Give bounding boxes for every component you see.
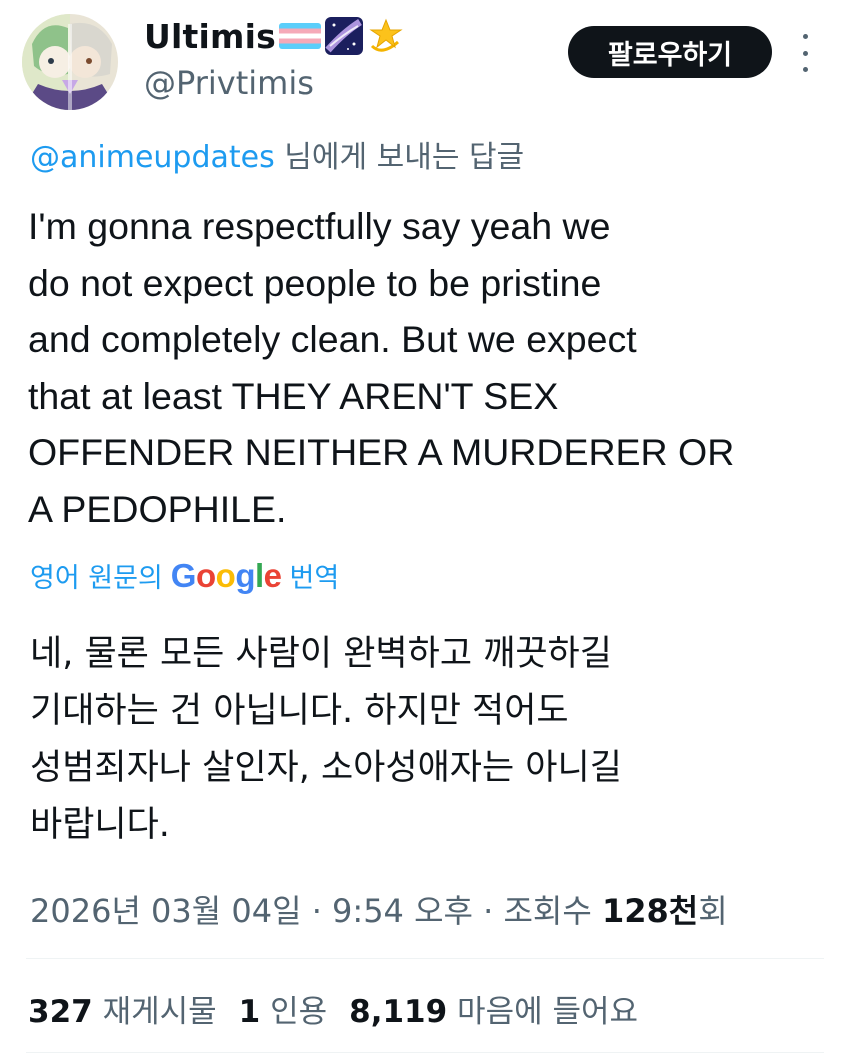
tweet-line: A PEDOPHILE. [28,487,287,530]
tweet-line: and completely clean. But we expect [28,318,637,360]
likes-label: 마음에 들어요 [447,994,639,1030]
display-name-text: Ultimis [144,16,276,56]
tweet-line: I'm gonna respectfully say yeah we [28,205,611,247]
translation-prefix: 영어 원문의 [30,563,163,594]
quotes-stat[interactable]: 1 인용 [239,994,327,1030]
translated-text: 네, 물론 모든 사람이 완벽하고 깨끗하길 기대하는 건 아닙니다. 하지만 … [30,626,830,854]
view-count: 128천 [601,892,699,930]
google-logo: Google [170,556,282,594]
likes-count: 8,119 [349,994,448,1030]
translation-suffix: 번역 [289,563,340,594]
translated-line: 성범죄자나 살인자, 소아성애자는 아니길 [30,748,622,788]
reply-mention-link[interactable]: @animeupdates [30,140,275,175]
tweet-line: do not expect people to be pristine [28,261,602,304]
tweet-line: OFFENDER NEITHER A MURDERER OR [28,431,735,473]
timestamp-link[interactable]: 2026년 03월 04일 · 9:54 오후 · 조회수 [30,892,602,930]
tweet-meta: 2026년 03월 04일 · 9:54 오후 · 조회수 128천회 [30,886,728,932]
transgender-flag-icon [278,23,321,49]
tweet-line: that at least THEY AREN'T SEX [28,374,559,417]
divider [26,958,824,959]
avatar-image [22,14,118,110]
translated-line: 바랍니다. [30,805,170,845]
translated-line: 네, 물론 모든 사람이 완벽하고 깨끗하길 [30,634,612,674]
reposts-stat[interactable]: 327 재게시물 [28,994,217,1030]
follow-button[interactable]: 팔로우하기 [568,26,772,78]
reply-context: @animeupdates 님에게 보내는 답글 [30,132,524,176]
translation-attribution[interactable]: 영어 원문의 Google 번역 [30,556,339,595]
engagement-stats: 327 재게시물 1 인용 8,119 마음에 들어요 [28,986,638,1031]
tweet-page: Ultimis @Privtimis 팔로우하기 @animeupdates 님… [0,0,850,1056]
tweet-text: I'm gonna respectfully say yeah we do no… [28,198,828,537]
reply-suffix: 님에게 보내는 답글 [274,140,525,175]
reposts-label: 재게시물 [92,994,217,1030]
milky-way-icon [324,17,363,55]
quotes-count: 1 [238,994,261,1030]
translated-line: 기대하는 건 아닙니다. 하지만 적어도 [30,691,569,731]
avatar[interactable] [22,14,118,110]
display-name[interactable]: Ultimis [144,16,406,56]
dizzy-star-icon [369,18,403,52]
reposts-count: 327 [28,994,93,1030]
divider [26,1052,824,1053]
view-suffix: 회 [698,892,728,930]
user-handle[interactable]: @Privtimis [144,64,314,102]
likes-stat[interactable]: 8,119 마음에 들어요 [349,994,638,1030]
more-vertical-icon[interactable] [795,34,815,72]
quotes-label: 인용 [260,994,328,1030]
